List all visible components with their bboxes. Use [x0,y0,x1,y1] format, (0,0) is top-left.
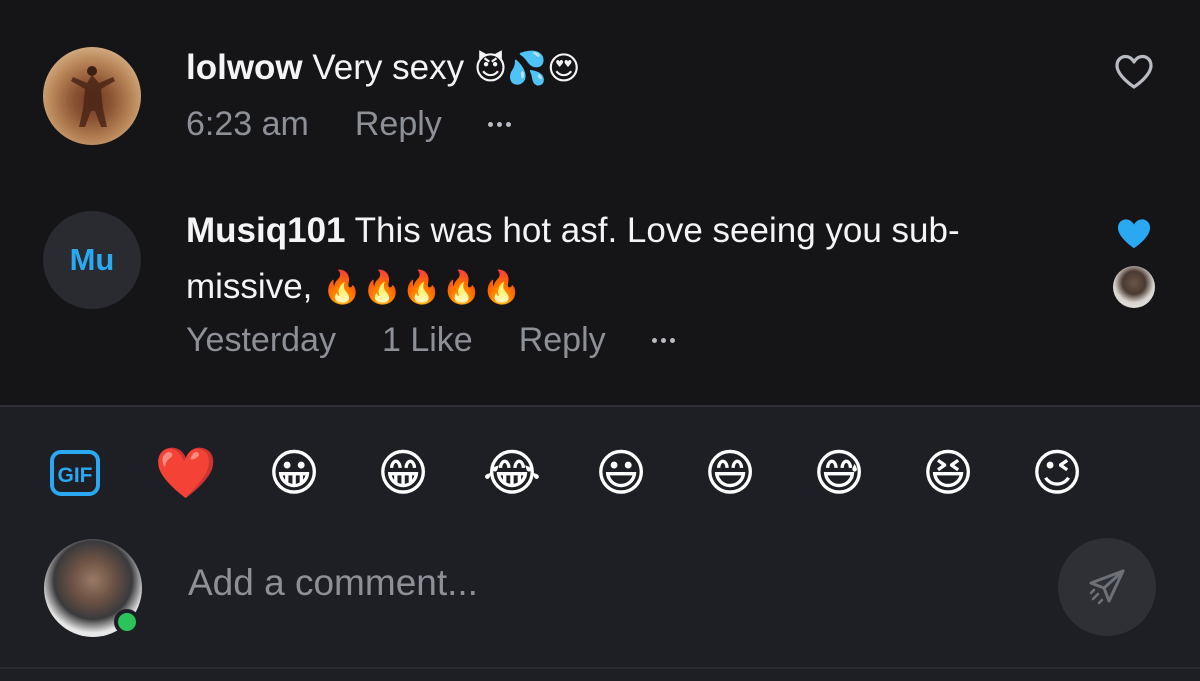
comments-list: lolwow Very sexy 😈💦😍 6:23 am Reply Mu Mu… [0,0,1200,405]
bottom-divider [0,667,1200,669]
reply-button[interactable]: Reply [355,105,442,144]
reaction-beaming-face[interactable]: 😁 [373,443,433,503]
comment-body: lolwow Very sexy 😈💦😍 [186,40,1046,96]
svg-text:GIF: GIF [58,464,93,487]
online-status-indicator [114,609,140,635]
comment-emojis: 🔥🔥🔥🔥🔥 [322,268,522,306]
comment-input[interactable] [186,555,1026,611]
comment-meta: Yesterday 1 Like Reply [186,318,721,362]
creator-liked-avatar [1113,266,1155,308]
comment-composer: GIF ❤️ 😀 😁 😂 😃 😄 😅 😆 😉 [0,407,1200,681]
comment-username[interactable]: Musiq101 [186,211,346,250]
gif-icon: GIF [50,450,100,496]
liked-heart-icon[interactable] [1112,212,1156,256]
commenter-avatar[interactable]: Mu [43,211,141,309]
like-heart-icon[interactable] [1112,50,1156,94]
comment-text: This was hot asf. Love seeing you sub- [354,211,960,250]
comment-emojis: 😈💦😍 [473,49,581,87]
reaction-tears-of-joy[interactable]: 😂 [482,443,542,503]
commenter-avatar[interactable] [43,47,141,145]
my-avatar [44,539,142,637]
more-options-icon[interactable] [651,318,675,362]
like-count[interactable]: 1 Like [382,321,473,360]
comment-text-continued: missive, [186,267,313,306]
comment-meta: 6:23 am Reply [186,102,557,146]
send-button[interactable] [1058,538,1156,636]
reaction-grinning-face[interactable]: 😀 [264,443,324,503]
reaction-heart[interactable]: ❤️ [155,443,217,503]
comment-timestamp: Yesterday [186,320,336,359]
reaction-sweat-smile[interactable]: 😅 [809,443,869,503]
gif-button[interactable]: GIF [50,448,100,498]
send-icon [1089,569,1125,605]
comment-username[interactable]: lolwow [186,48,303,87]
quick-reaction-bar: GIF [50,445,100,501]
comment-timestamp: 6:23 am [186,104,309,143]
comment-body: Musiq101 This was hot asf. Love seeing y… [186,203,1046,315]
more-options-icon[interactable] [487,102,511,146]
avatar-initials: Mu [69,242,115,277]
reaction-smile-face[interactable]: 😄 [700,443,760,503]
reaction-smiley-face[interactable]: 😃 [591,443,651,503]
avatar-image [71,66,115,127]
reply-button[interactable]: Reply [519,321,606,360]
comment-text: Very sexy [312,48,465,87]
reaction-winking-face[interactable]: 😉 [1027,443,1087,503]
reaction-squinting-face[interactable]: 😆 [918,443,978,503]
